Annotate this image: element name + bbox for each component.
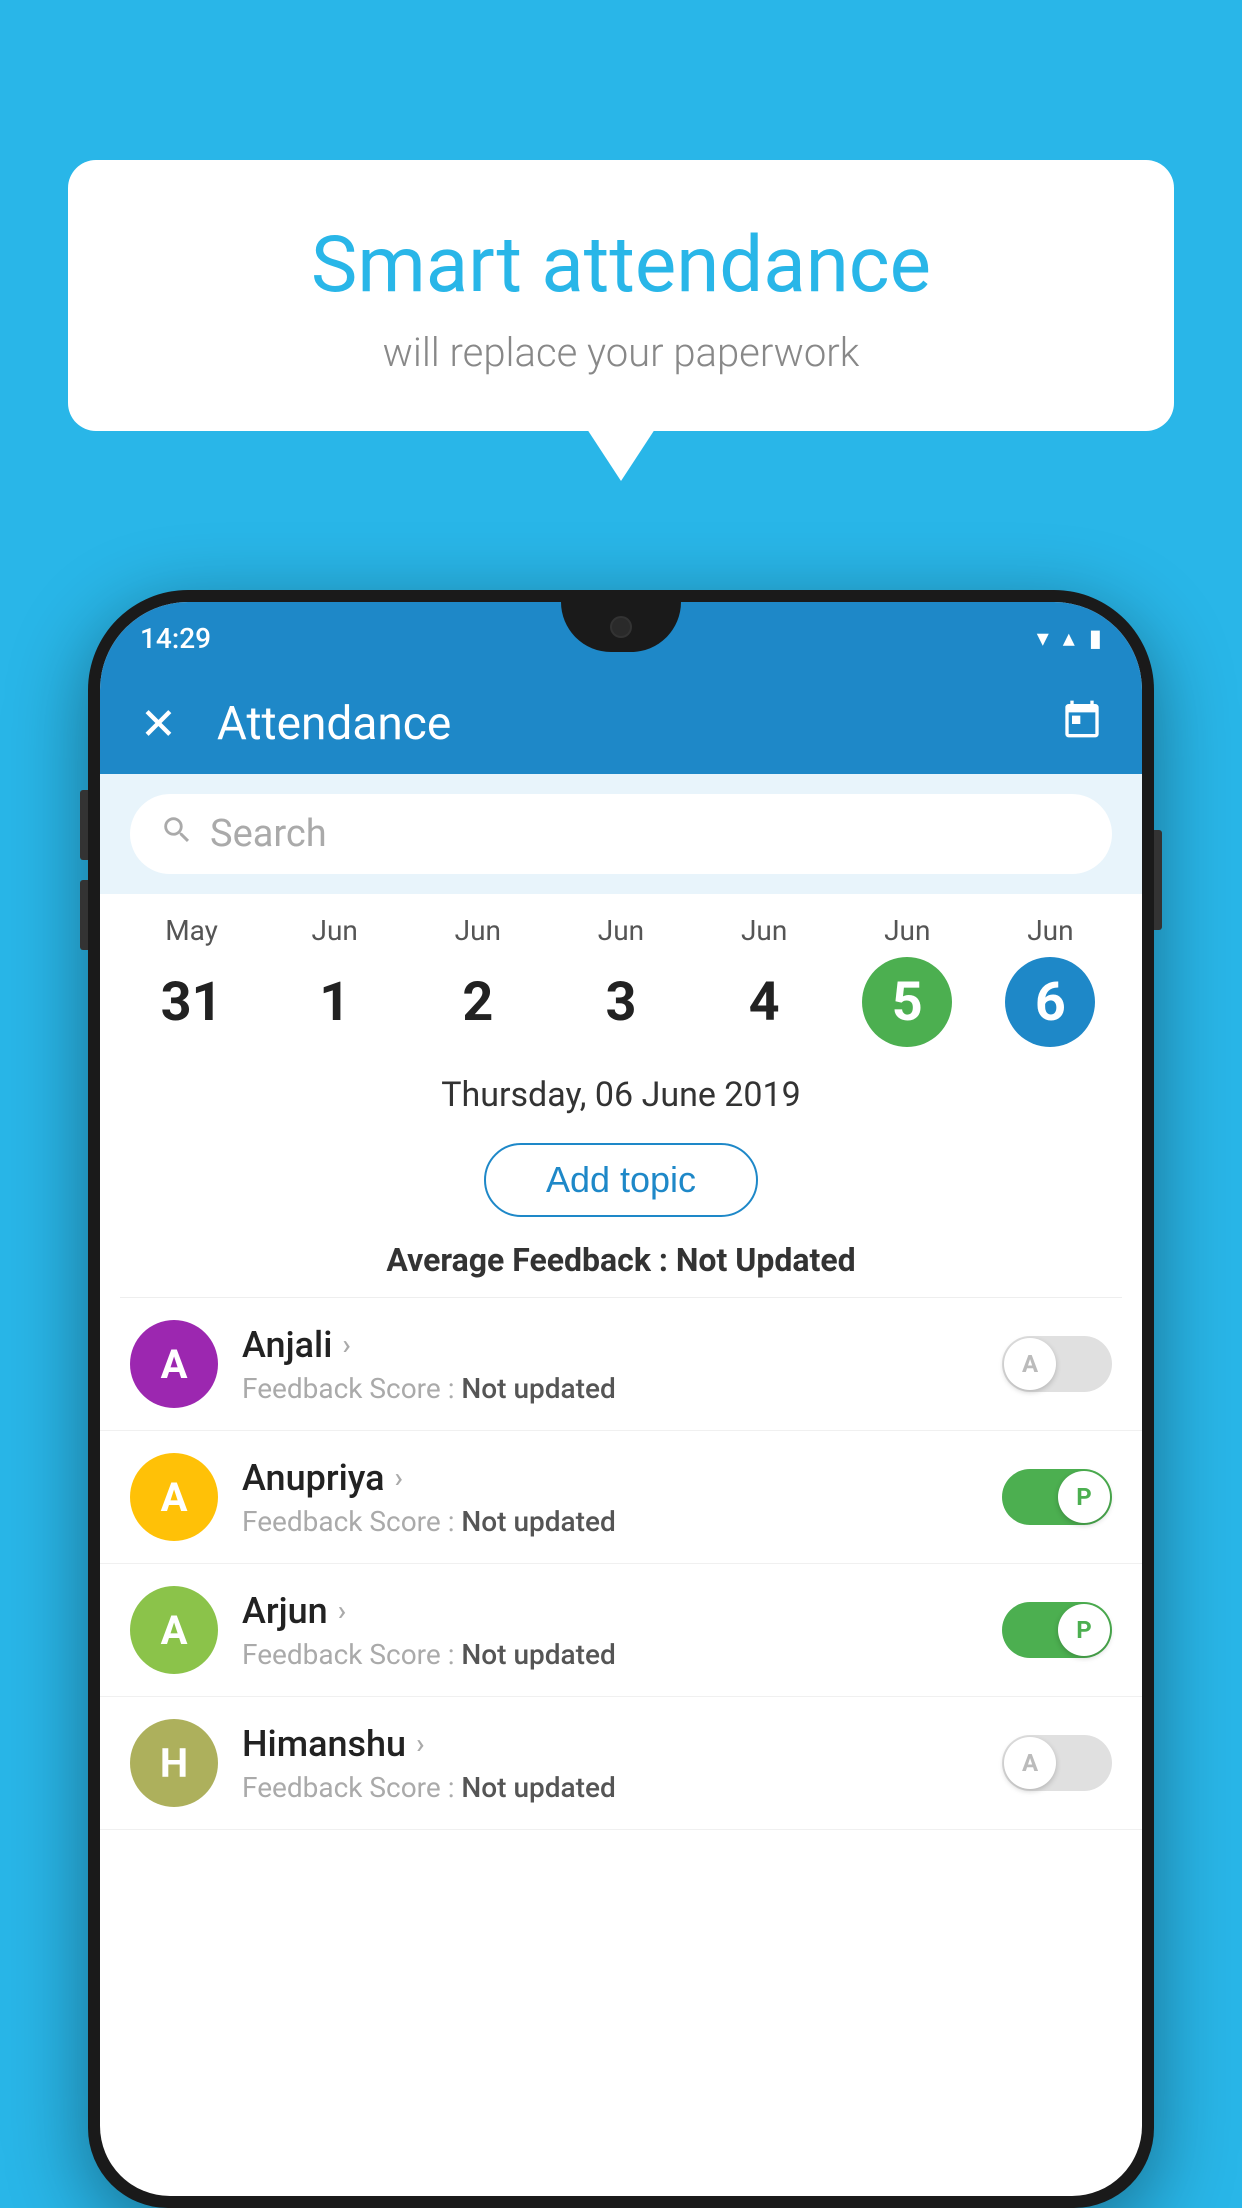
toggle-knob-anupriya: P [1058, 1471, 1110, 1523]
selected-date-text: Thursday, 06 June 2019 [441, 1075, 801, 1115]
cal-month-6: Jun [1027, 914, 1073, 947]
status-icons: ▾ ▴ ▮ [1037, 624, 1102, 652]
cal-date-3: 3 [576, 957, 666, 1047]
cal-month-5: Jun [884, 914, 930, 947]
feedback-anupriya: Feedback Score : Not updated [242, 1505, 978, 1538]
toggle-knob-himanshu: A [1004, 1737, 1056, 1789]
cal-date-1: 1 [290, 957, 380, 1047]
cal-day-2[interactable]: Jun 2 [433, 914, 523, 1047]
student-list: A Anjali › Feedback Score : Not updated … [100, 1298, 1142, 1830]
cal-date-2: 2 [433, 957, 523, 1047]
search-icon [160, 813, 194, 856]
student-name-arjun: Arjun › [242, 1590, 978, 1632]
chevron-icon-arjun: › [338, 1594, 346, 1627]
toggle-himanshu[interactable]: A [1002, 1735, 1112, 1791]
phone-screen: 14:29 ▾ ▴ ▮ ✕ Attendance [100, 602, 1142, 2196]
student-info-anjali: Anjali › Feedback Score : Not updated [242, 1324, 978, 1405]
cal-day-5[interactable]: Jun 5 [862, 914, 952, 1047]
chevron-icon-anupriya: › [395, 1461, 403, 1494]
cal-date-6: 6 [1005, 957, 1095, 1047]
wifi-icon: ▾ [1037, 624, 1049, 652]
student-item-arjun[interactable]: A Arjun › Feedback Score : Not updated P [100, 1564, 1142, 1697]
cal-day-4[interactable]: Jun 4 [719, 914, 809, 1047]
cal-day-6[interactable]: Jun 6 [1005, 914, 1095, 1047]
student-info-anupriya: Anupriya › Feedback Score : Not updated [242, 1457, 978, 1538]
search-bar[interactable]: Search [130, 794, 1112, 874]
cal-date-4: 4 [719, 957, 809, 1047]
student-item-anjali[interactable]: A Anjali › Feedback Score : Not updated … [100, 1298, 1142, 1431]
toggle-knob-anjali: A [1004, 1338, 1056, 1390]
search-bar-container: Search [100, 774, 1142, 894]
calendar-strip: May 31 Jun 1 Jun 2 Jun 3 Jun 4 Jun 5 [100, 894, 1142, 1047]
speech-bubble: Smart attendance will replace your paper… [68, 160, 1174, 431]
student-item-himanshu[interactable]: H Himanshu › Feedback Score : Not update… [100, 1697, 1142, 1830]
toggle-knob-arjun: P [1058, 1604, 1110, 1656]
chevron-icon-himanshu: › [416, 1727, 424, 1760]
speech-bubble-container: Smart attendance will replace your paper… [68, 160, 1174, 431]
avatar-himanshu: H [130, 1719, 218, 1807]
power-button [1154, 830, 1162, 930]
avatar-anjali: A [130, 1320, 218, 1408]
avatar-anupriya: A [130, 1453, 218, 1541]
feedback-himanshu: Feedback Score : Not updated [242, 1771, 978, 1804]
speech-bubble-title: Smart attendance [108, 220, 1134, 311]
volume-down-button [80, 880, 88, 950]
notch [561, 602, 681, 652]
cal-month-3: Jun [598, 914, 644, 947]
student-name-anjali: Anjali › [242, 1324, 978, 1366]
cal-day-3[interactable]: Jun 3 [576, 914, 666, 1047]
cal-day-1[interactable]: Jun 1 [290, 914, 380, 1047]
add-topic-container: Add topic [100, 1129, 1142, 1231]
student-item-anupriya[interactable]: A Anupriya › Feedback Score : Not update… [100, 1431, 1142, 1564]
cal-date-0: 31 [147, 957, 237, 1047]
avatar-arjun: A [130, 1586, 218, 1674]
cal-month-4: Jun [741, 914, 787, 947]
camera [610, 616, 632, 638]
cal-date-5: 5 [862, 957, 952, 1047]
phone-frame: 14:29 ▾ ▴ ▮ ✕ Attendance [88, 590, 1154, 2208]
header-title: Attendance [217, 697, 1062, 751]
student-info-himanshu: Himanshu › Feedback Score : Not updated [242, 1723, 978, 1804]
cal-day-0[interactable]: May 31 [147, 914, 237, 1047]
toggle-arjun[interactable]: P [1002, 1602, 1112, 1658]
student-name-anupriya: Anupriya › [242, 1457, 978, 1499]
avg-feedback-text: Average Feedback : Not Updated [386, 1241, 855, 1279]
speech-bubble-subtitle: will replace your paperwork [108, 329, 1134, 376]
date-display: Thursday, 06 June 2019 [100, 1047, 1142, 1129]
chevron-icon-anjali: › [342, 1328, 350, 1361]
cal-month-2: Jun [455, 914, 501, 947]
calendar-icon[interactable] [1062, 699, 1102, 749]
avg-feedback: Average Feedback : Not Updated [100, 1231, 1142, 1297]
volume-up-button [80, 790, 88, 860]
status-time: 14:29 [140, 622, 211, 655]
feedback-anjali: Feedback Score : Not updated [242, 1372, 978, 1405]
search-placeholder: Search [210, 812, 327, 856]
battery-icon: ▮ [1089, 624, 1102, 652]
app-header: ✕ Attendance [100, 674, 1142, 774]
student-name-himanshu: Himanshu › [242, 1723, 978, 1765]
status-bar: 14:29 ▾ ▴ ▮ [100, 602, 1142, 674]
student-info-arjun: Arjun › Feedback Score : Not updated [242, 1590, 978, 1671]
cal-month-0: May [165, 914, 218, 947]
add-topic-button[interactable]: Add topic [484, 1143, 758, 1217]
signal-icon: ▴ [1063, 624, 1075, 652]
toggle-anupriya[interactable]: P [1002, 1469, 1112, 1525]
cal-month-1: Jun [312, 914, 358, 947]
toggle-anjali[interactable]: A [1002, 1336, 1112, 1392]
close-button[interactable]: ✕ [140, 698, 177, 750]
feedback-arjun: Feedback Score : Not updated [242, 1638, 978, 1671]
